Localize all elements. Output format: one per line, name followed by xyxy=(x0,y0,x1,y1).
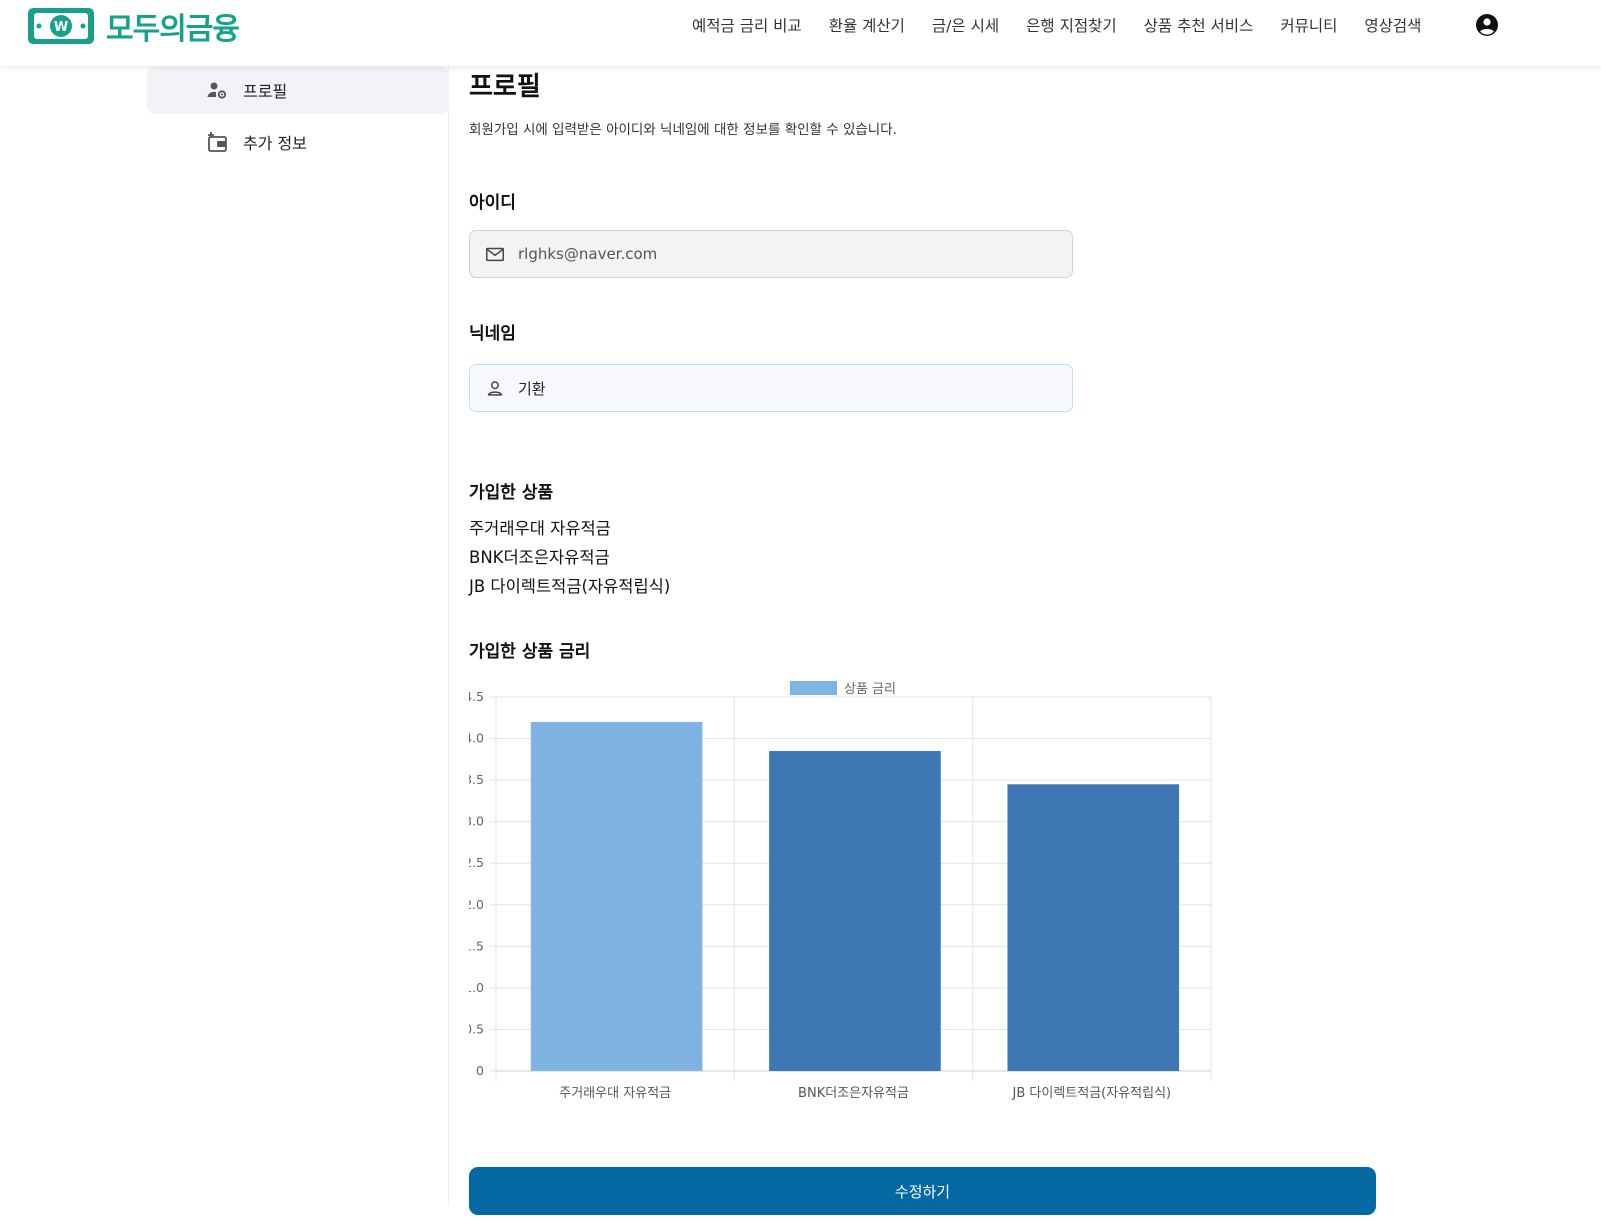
y-tick-label: 2.0 xyxy=(469,897,484,912)
bar xyxy=(769,751,941,1071)
id-field[interactable] xyxy=(469,230,1073,278)
main-nav: 예적금 금리 비교 환율 계산기 금/은 시세 은행 지점찾기 상품 추천 서비… xyxy=(692,14,1448,36)
nav-video-search[interactable]: 영상검색 xyxy=(1364,14,1421,36)
legend-swatch xyxy=(790,681,837,695)
nickname-field[interactable] xyxy=(469,364,1073,412)
nav-deposit-compare[interactable]: 예적금 금리 비교 xyxy=(692,14,802,36)
sidebar-item-profile[interactable]: 프로필 xyxy=(147,66,449,114)
account-circle-icon[interactable] xyxy=(1475,13,1499,37)
x-tick-label: BNK더조은자유적금 xyxy=(798,1086,909,1101)
list-item: 주거래우대 자유적금 xyxy=(469,519,611,538)
id-label: 아이디 xyxy=(469,193,516,213)
page-description: 회원가입 시에 입력받은 아이디와 닉네임에 대한 정보를 확인할 수 있습니다… xyxy=(469,122,897,138)
bar xyxy=(530,721,703,1071)
sidebar: 프로필 추가 정보 xyxy=(147,66,449,1206)
top-header: W 모두의금융 예적금 금리 비교 환율 계산기 금/은 시세 은행 지점찾기 … xyxy=(0,0,1601,66)
list-item: BNK더조은자유적금 xyxy=(469,548,610,567)
legend-label: 상품 금리 xyxy=(844,682,896,697)
y-tick-label: 0.5 xyxy=(469,1021,484,1036)
products-title: 가입한 상품 xyxy=(469,483,554,503)
nav-product-recommend[interactable]: 상품 추천 서비스 xyxy=(1144,14,1254,36)
x-tick-label: 주거래우대 자유적금 xyxy=(559,1086,671,1101)
y-tick-label: 4.0 xyxy=(469,731,484,746)
y-tick-label: 1.5 xyxy=(469,938,484,953)
y-tick-label: 3.0 xyxy=(469,814,484,829)
nav-exchange-calculator[interactable]: 환율 계산기 xyxy=(829,14,905,36)
nickname-label: 닉네임 xyxy=(469,324,516,344)
edit-button[interactable]: 수정하기 xyxy=(469,1167,1376,1215)
sidebar-item-extra-info[interactable]: 추가 정보 xyxy=(147,118,449,166)
x-tick-label: JB 다이렉트적금(자유적립식) xyxy=(1012,1086,1172,1101)
rates-chart: 0 0.5 1.0 1.5 2.0 2.5 3.0 3.5 4.0 4.5 주거래우대 자유적금 BN… xyxy=(464,676,1249,1116)
sidebar-item-label: 프로필 xyxy=(243,82,288,101)
product-list: 주거래우대 자유적금 BNK더조은자유적금 JB 다이렉트적금(자유적립식) xyxy=(469,514,670,601)
y-tick-label: 2.5 xyxy=(469,855,484,870)
nickname-input[interactable] xyxy=(518,379,1038,397)
nav-bank-finder[interactable]: 은행 지점찾기 xyxy=(1026,14,1117,36)
nav-gold-silver[interactable]: 금/은 시세 xyxy=(932,14,999,36)
y-tick-label: 3.5 xyxy=(469,772,484,787)
money-logo-icon: W xyxy=(28,8,94,44)
svg-text:W: W xyxy=(54,20,68,35)
y-tick-label: 1.0 xyxy=(469,980,484,995)
id-input[interactable] xyxy=(518,245,1038,263)
page-title: 프로필 xyxy=(469,72,541,102)
wallet-add-icon xyxy=(208,132,227,152)
y-tick-label: 4.5 xyxy=(469,689,484,704)
user-gear-icon xyxy=(207,82,227,99)
nav-community[interactable]: 커뮤니티 xyxy=(1280,14,1337,36)
list-item: JB 다이렉트적금(자유적립식) xyxy=(469,577,671,596)
logo-text: 모두의금융 xyxy=(106,12,240,47)
sidebar-item-label: 추가 정보 xyxy=(243,134,307,153)
mail-icon xyxy=(486,247,504,262)
bar xyxy=(1007,784,1180,1071)
y-tick-label: 0 xyxy=(476,1063,484,1078)
user-icon xyxy=(487,381,503,396)
logo[interactable]: W 모두의금융 xyxy=(26,4,240,48)
rates-bar-chart: 0 0.5 1.0 1.5 2.0 2.5 3.0 3.5 4.0 4.5 주거래우대 자유적금 BN… xyxy=(464,681,1212,1101)
rates-title: 가입한 상품 금리 xyxy=(469,642,591,662)
